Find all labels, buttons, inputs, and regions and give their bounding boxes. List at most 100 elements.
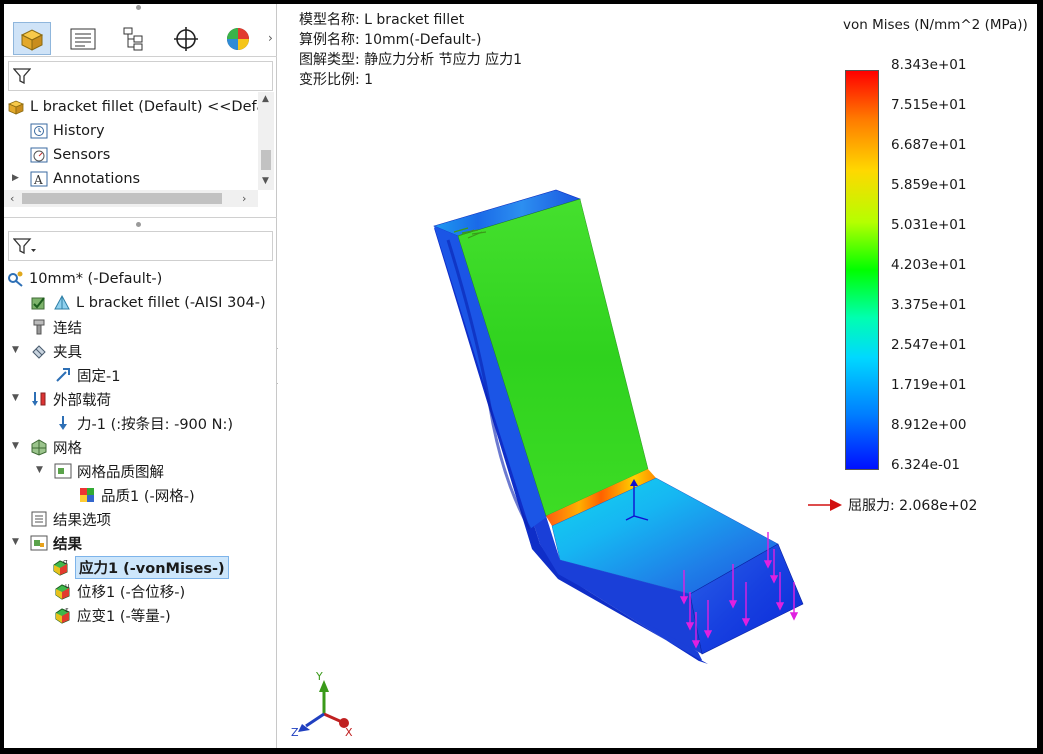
legend-tick-label: 7.515e+01: [891, 97, 967, 113]
collapse-arrow-icon[interactable]: ▼: [12, 393, 19, 403]
tree-item-label: 品质1 (-网格-): [101, 488, 195, 505]
tree-item-label: Annotations: [53, 171, 141, 187]
plot-folder-icon: [54, 463, 72, 479]
orientation-triad[interactable]: Y X Z: [291, 670, 353, 739]
tree-item-label: 固定-1: [77, 368, 121, 385]
tree-item-label: 位移1 (-合位移-): [77, 584, 186, 601]
target-icon: [174, 26, 198, 51]
yield-strength-indicator: 屈服力: 2.068e+02: [808, 495, 977, 515]
tab-display-manager[interactable]: [219, 22, 257, 55]
tabs-overflow-chevron-icon[interactable]: ›: [268, 31, 273, 45]
tab-property-manager[interactable]: [64, 22, 102, 55]
material-check-icon: [31, 297, 45, 310]
stress-color-bar[interactable]: [845, 70, 879, 470]
feature-tree-vertical-scrollbar[interactable]: ▲ ▼: [258, 92, 274, 190]
study-filter-input[interactable]: [8, 231, 273, 261]
tree-item-strain-1[interactable]: ε 应变1 (-等量-): [54, 604, 171, 626]
triad-x-label: X: [345, 726, 353, 739]
tree-item-mesh-quality-plot[interactable]: 网格品质图解: [54, 460, 164, 482]
feature-tree: L bracket fillet (Default) <<Default His…: [4, 92, 258, 190]
svg-text:A: A: [33, 173, 43, 187]
legend-tick-label: 4.203e+01: [891, 257, 967, 273]
tab-configuration-manager[interactable]: [114, 22, 152, 55]
tree-item-connections[interactable]: 连结: [30, 316, 82, 338]
top-splitter-handle[interactable]: [4, 4, 277, 12]
study-root-label: 10mm* (-Default-): [29, 271, 163, 287]
tree-item-label: 结果选项: [53, 512, 111, 529]
tree-item-result-options[interactable]: 结果选项: [30, 508, 111, 530]
results-folder-icon: [30, 535, 48, 551]
stress-plot-model[interactable]: Y X Z: [278, 4, 1037, 748]
tree-root-part[interactable]: L bracket fillet (Default) <<Default: [7, 96, 258, 118]
mesh-quality-icon: [80, 488, 94, 502]
legend-tick-label: 8.343e+01: [891, 57, 967, 73]
tree-item-fixed-1[interactable]: 固定-1: [54, 364, 120, 386]
tree-item-results[interactable]: 结果: [30, 532, 82, 554]
filter-dropdown-icon: [13, 238, 36, 254]
tab-feature-manager[interactable]: [13, 22, 51, 55]
yield-arrow-icon: [808, 499, 842, 511]
expand-arrow-icon[interactable]: ▶: [12, 173, 19, 183]
solid-body-icon: [54, 294, 70, 310]
bolt-icon: [33, 319, 45, 335]
legend-tick-label: 6.687e+01: [891, 137, 967, 153]
fixture-icon: [32, 345, 46, 359]
annotation-icon: A: [30, 171, 48, 187]
external-load-icon: [32, 392, 46, 406]
tree-item-label: History: [53, 123, 105, 139]
yield-strength-label: 屈服力: 2.068e+02: [848, 498, 978, 514]
scroll-left-icon[interactable]: ‹: [10, 192, 14, 205]
legend-tick-label: 8.912e+00: [891, 417, 967, 433]
legend-title: von Mises (N/mm^2 (MPa)): [843, 17, 1028, 33]
tree-item-quality-1[interactable]: 品质1 (-网格-): [78, 484, 195, 506]
middle-splitter-handle[interactable]: [4, 217, 277, 227]
triad-y-label: Y: [315, 670, 323, 683]
tree-item-label: 外部载荷: [53, 392, 111, 409]
strain-plot-icon: ε: [55, 606, 70, 624]
sensor-icon: [30, 147, 48, 163]
tree-item-label: 连结: [53, 320, 82, 337]
manager-tabs: ›: [4, 17, 277, 57]
tree-item-label: 应力1 (-vonMises-): [75, 555, 229, 579]
legend-tick-label: 5.031e+01: [891, 217, 967, 233]
tree-item-stress-1[interactable]: σ 应力1 (-vonMises-): [52, 555, 229, 579]
tree-item-mesh[interactable]: 网格: [30, 436, 82, 458]
collapse-arrow-icon[interactable]: ▼: [12, 441, 19, 451]
config-icon: [123, 27, 143, 50]
part-icon: [7, 100, 25, 115]
property-icon: [70, 28, 96, 49]
tree-item-displacement-1[interactable]: u 位移1 (-合位移-): [54, 580, 185, 602]
collapse-arrow-icon[interactable]: ▼: [12, 345, 19, 355]
svg-text:σ: σ: [63, 558, 68, 566]
mesh-icon: [31, 439, 47, 456]
study-root[interactable]: 10mm* (-Default-): [6, 268, 162, 290]
feature-filter-input[interactable]: [8, 61, 273, 91]
graphics-viewport[interactable]: 模型名称: L bracket fillet 算例名称: 10mm(-Defau…: [278, 4, 1037, 748]
collapse-arrow-icon[interactable]: ▼: [12, 537, 19, 547]
tab-dimxpert-manager[interactable]: [167, 22, 205, 55]
history-icon: [30, 123, 48, 139]
tree-item-label: 力-1 (:按条目: -900 N:): [77, 416, 234, 433]
legend-tick-label: 3.375e+01: [891, 297, 967, 313]
tree-item-label: 应变1 (-等量-): [77, 608, 171, 625]
tree-item-force-1[interactable]: 力-1 (:按条目: -900 N:): [54, 412, 233, 434]
tree-item-label: 夹具: [53, 344, 82, 361]
tree-item-label: Sensors: [53, 147, 111, 163]
scrollbar-thumb[interactable]: [261, 150, 271, 170]
left-panel: › L bracket fillet (Default) <<Default H…: [4, 4, 277, 748]
tree-item-sensors[interactable]: Sensors: [30, 144, 110, 166]
feature-tree-horizontal-scrollbar[interactable]: ‹ ›: [4, 190, 258, 207]
tree-item-fixtures[interactable]: 夹具: [30, 340, 82, 362]
scroll-right-icon[interactable]: ›: [242, 192, 246, 205]
collapse-arrow-icon[interactable]: ▼: [36, 465, 43, 475]
scrollbar-thumb[interactable]: [22, 193, 222, 204]
fixed-geometry-icon: [56, 368, 70, 382]
tree-item-annotations[interactable]: A Annotations: [30, 168, 140, 190]
scroll-up-icon[interactable]: ▲: [262, 94, 269, 104]
tree-item-external-loads[interactable]: 外部载荷: [30, 388, 111, 410]
scroll-down-icon[interactable]: ▼: [262, 176, 269, 186]
tree-item-label: 网格: [53, 440, 82, 457]
list-options-icon: [31, 511, 47, 527]
tree-item-part[interactable]: L bracket fillet (-AISI 304-): [30, 292, 266, 314]
tree-item-history[interactable]: History: [30, 120, 105, 142]
